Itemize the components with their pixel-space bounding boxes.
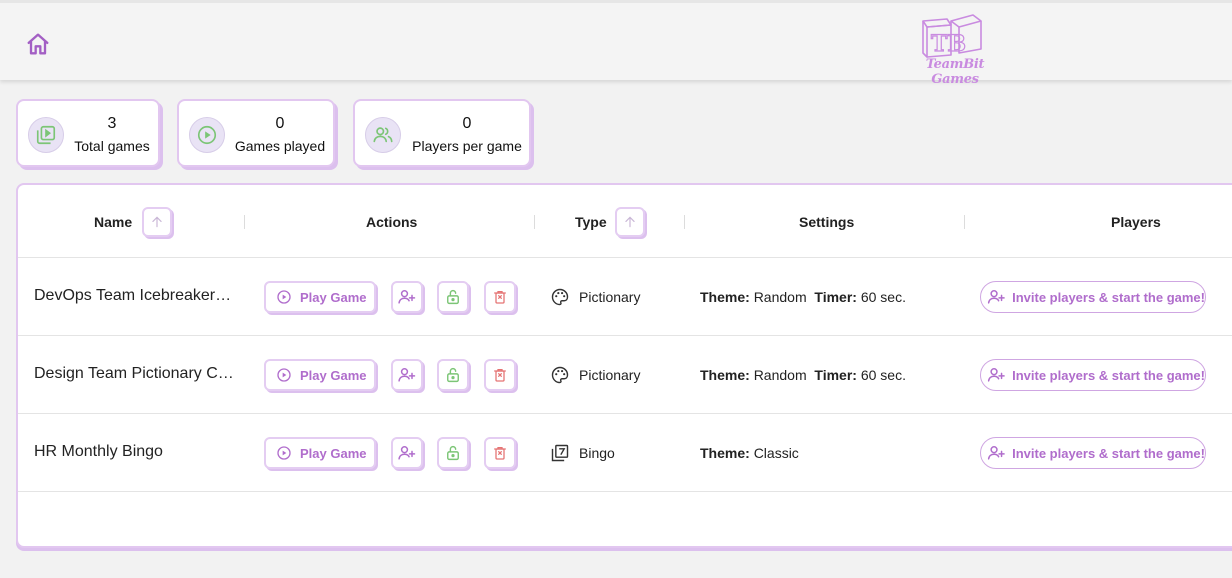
game-type-label: Bingo (579, 445, 615, 461)
theme-value: Random (753, 289, 807, 305)
stat-label: Total games (74, 138, 150, 154)
timer-value: 60 sec. (860, 289, 906, 305)
timer-value: 60 sec. (860, 367, 906, 383)
arrow-up-icon (625, 216, 635, 228)
column-header-type[interactable]: Type (575, 214, 607, 230)
game-type-label: Pictionary (579, 289, 641, 305)
game-settings: Theme: Classic (700, 445, 799, 461)
stat-card-games-played: 0 Games played (177, 99, 335, 167)
stat-card-total-games: 3 Total games (16, 99, 160, 167)
person-add-icon (398, 446, 416, 460)
svg-text:TB: TB (931, 31, 966, 57)
trash-icon (494, 291, 506, 304)
sort-name-button[interactable] (142, 207, 172, 237)
stat-value: 3 (107, 115, 117, 132)
timer-label: Timer: (814, 289, 857, 305)
play-game-button[interactable]: Play Game (264, 437, 376, 469)
delete-game-button[interactable] (484, 359, 516, 391)
brand-name: TeamBit Games (925, 57, 985, 87)
table-header: Name Actions Type Settings Players (18, 185, 1232, 258)
play-circle-icon (277, 368, 291, 382)
add-players-button[interactable] (391, 359, 423, 391)
invite-players-label: Invite players & start the game! (1012, 367, 1205, 383)
lock-open-icon (447, 367, 459, 383)
arrow-up-icon (152, 216, 162, 228)
play-game-label: Play Game (300, 367, 367, 383)
game-type: Pictionary (550, 287, 640, 307)
group-icon (365, 117, 401, 153)
person-add-icon (987, 446, 1005, 460)
column-header-players: Players (1111, 214, 1161, 230)
video-library-icon (28, 117, 64, 153)
home-button[interactable] (24, 30, 52, 58)
column-separator (964, 215, 965, 229)
theme-value: Classic (753, 445, 799, 461)
game-settings: Theme: Random Timer: 60 sec. (700, 289, 906, 305)
play-game-label: Play Game (300, 445, 367, 461)
theme-value: Random (753, 367, 807, 383)
stat-card-players-per-game: 0 Players per game (353, 99, 531, 167)
theme-label: Theme: (700, 445, 750, 461)
add-players-button[interactable] (391, 281, 423, 313)
play-circle-icon (189, 117, 225, 153)
table-row: DevOps Team Icebreaker Pictionary Play G… (18, 258, 1232, 336)
home-icon (27, 33, 49, 55)
person-add-icon (987, 368, 1005, 382)
sort-type-button[interactable] (615, 207, 645, 237)
add-players-button[interactable] (391, 437, 423, 469)
delete-game-button[interactable] (484, 437, 516, 469)
trash-icon (494, 369, 506, 382)
game-name: HR Monthly Bingo (34, 443, 163, 460)
play-circle-icon (277, 446, 291, 460)
theme-label: Theme: (700, 289, 750, 305)
invite-players-label: Invite players & start the game! (1012, 289, 1205, 305)
delete-game-button[interactable] (484, 281, 516, 313)
invite-players-label: Invite players & start the game! (1012, 445, 1205, 461)
play-game-label: Play Game (300, 289, 367, 305)
table-row: Design Team Pictionary Challenge Play Ga… (18, 336, 1232, 414)
stat-label: Games played (234, 138, 326, 154)
table-row: HR Monthly Bingo Play Game Bingo Theme: … (18, 414, 1232, 492)
lock-open-icon (447, 289, 459, 305)
stat-value: 0 (275, 115, 285, 132)
invite-players-button[interactable]: Invite players & start the game! (980, 437, 1206, 469)
palette-icon (551, 288, 569, 306)
column-separator (244, 215, 245, 229)
column-header-settings: Settings (799, 214, 855, 230)
trash-icon (494, 447, 506, 460)
stat-value: 0 (462, 115, 472, 132)
logo-blocks-icon: TB (922, 14, 982, 58)
person-add-icon (987, 290, 1005, 304)
lock-toggle-button[interactable] (437, 437, 469, 469)
game-settings: Theme: Random Timer: 60 sec. (700, 367, 906, 383)
play-circle-icon (277, 290, 291, 304)
stat-label: Players per game (412, 138, 522, 154)
brand-logo: TB TeamBit Games (905, 9, 1005, 87)
timer-label: Timer: (814, 367, 857, 383)
column-separator (684, 215, 685, 229)
theme-label: Theme: (700, 367, 750, 383)
app-header: TB TeamBit Games (0, 0, 1232, 87)
lock-toggle-button[interactable] (437, 359, 469, 391)
palette-icon (551, 366, 569, 384)
person-add-icon (398, 290, 416, 304)
play-game-button[interactable]: Play Game (264, 281, 376, 313)
column-header-name[interactable]: Name (94, 214, 132, 230)
game-type: Bingo (550, 443, 615, 463)
person-add-icon (398, 368, 416, 382)
bingo-card-icon (551, 444, 569, 462)
lock-toggle-button[interactable] (437, 281, 469, 313)
column-header-actions: Actions (366, 214, 418, 230)
invite-players-button[interactable]: Invite players & start the game! (980, 281, 1206, 313)
invite-players-button[interactable]: Invite players & start the game! (980, 359, 1206, 391)
play-game-button[interactable]: Play Game (264, 359, 376, 391)
games-table: Name Actions Type Settings Players DevOp… (16, 183, 1232, 548)
game-name: DevOps Team Icebreaker Pictionary (34, 287, 234, 304)
game-name: Design Team Pictionary Challenge (34, 365, 234, 382)
game-type-label: Pictionary (579, 367, 641, 383)
column-separator (534, 215, 535, 229)
lock-open-icon (447, 445, 459, 461)
game-type: Pictionary (550, 365, 640, 385)
